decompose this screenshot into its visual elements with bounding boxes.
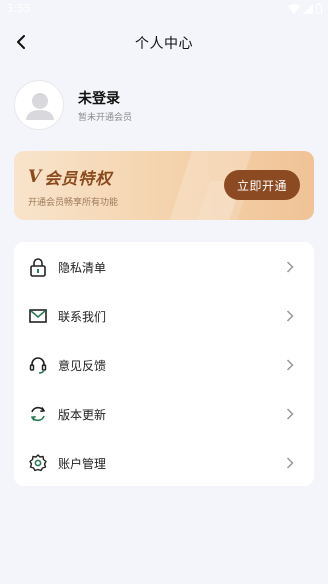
chevron-right-icon bbox=[286, 261, 294, 273]
lock-icon bbox=[30, 258, 46, 277]
vip-title-wrap: V 会员特权 bbox=[28, 165, 112, 189]
member-status: 暂未开通会员 bbox=[78, 113, 133, 123]
menu-item-version-update[interactable]: 版本更新 bbox=[14, 392, 314, 436]
chevron-right-icon bbox=[286, 359, 294, 371]
wifi-icon bbox=[288, 3, 300, 14]
vip-badge: V bbox=[28, 167, 42, 187]
menu-item-privacy-list[interactable]: 隐私清单 bbox=[14, 245, 314, 289]
menu-item-label: 账户管理 bbox=[58, 457, 107, 471]
chevron-right-icon bbox=[286, 457, 294, 469]
page-title: 个人中心 bbox=[135, 36, 193, 52]
user-avatar-icon bbox=[26, 93, 54, 120]
chevron-right-icon bbox=[286, 408, 294, 420]
status-icons bbox=[288, 3, 322, 14]
nav-bar: 个人中心 bbox=[0, 26, 328, 58]
headset-icon bbox=[29, 357, 47, 374]
avatar[interactable] bbox=[14, 80, 64, 130]
battery-icon bbox=[316, 3, 322, 14]
gear-icon bbox=[29, 454, 47, 472]
menu-item-account-management[interactable]: 账户管理 bbox=[14, 441, 314, 485]
menu-item-contact-us[interactable]: 联系我们 bbox=[14, 294, 314, 338]
chevron-right-icon bbox=[286, 310, 294, 322]
menu-card: 隐私清单 联系我们 意见反馈 版本更新 账户管理 bbox=[14, 242, 314, 486]
refresh-icon bbox=[30, 406, 46, 422]
vip-title: 会员特权 bbox=[44, 169, 113, 188]
status-bar: 3:55 bbox=[0, 0, 328, 22]
signal-icon bbox=[303, 3, 313, 14]
menu-item-label: 版本更新 bbox=[58, 408, 107, 422]
mail-icon bbox=[29, 309, 47, 323]
vip-subtitle: 开通会员畅享所有功能 bbox=[28, 198, 119, 208]
menu-item-label: 隐私清单 bbox=[58, 261, 107, 275]
open-vip-button[interactable]: 立即开通 bbox=[224, 170, 300, 200]
menu-item-label: 联系我们 bbox=[58, 310, 107, 324]
status-time: 3:55 bbox=[6, 2, 31, 15]
username: 未登录 bbox=[78, 91, 120, 107]
profile-section[interactable]: 未登录 暂未开通会员 bbox=[14, 80, 314, 130]
vip-card[interactable]: V 会员特权 开通会员畅享所有功能 立即开通 bbox=[14, 151, 314, 220]
menu-item-label: 意见反馈 bbox=[58, 359, 107, 373]
menu-item-feedback[interactable]: 意见反馈 bbox=[14, 343, 314, 387]
